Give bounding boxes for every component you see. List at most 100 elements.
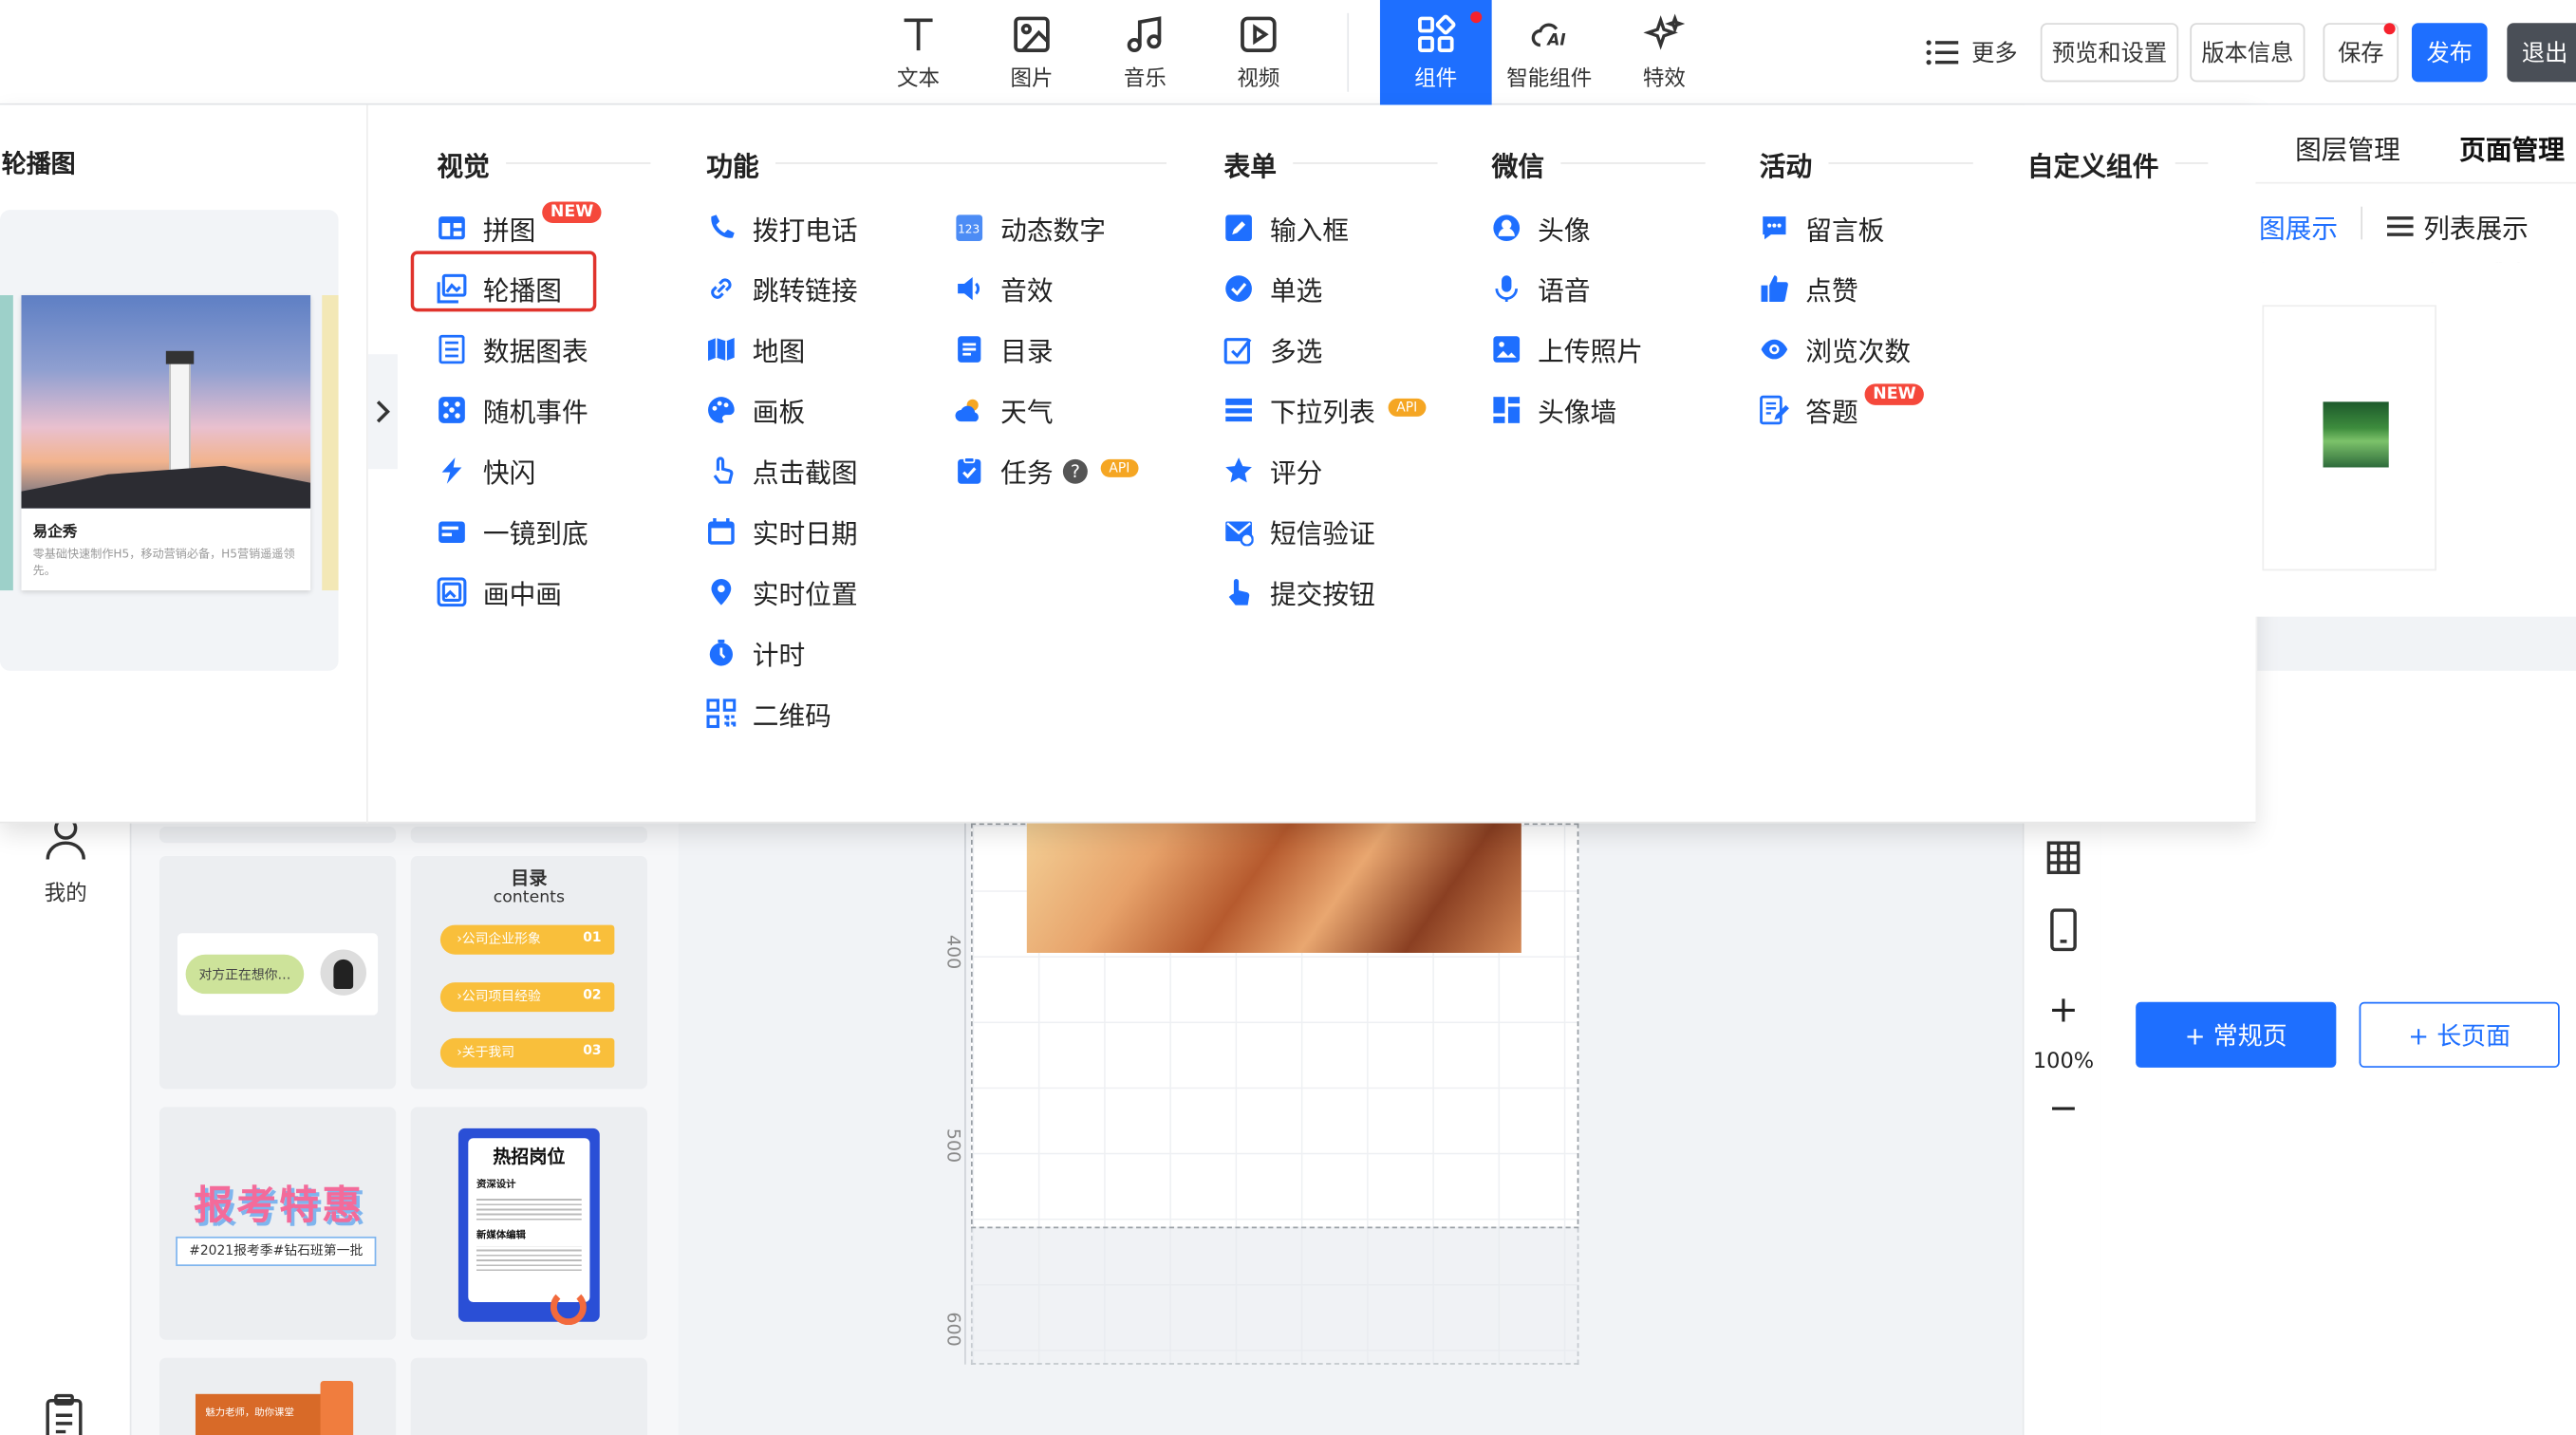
toolbar-music[interactable]: 音乐 (1091, 0, 1199, 105)
component-message-board[interactable]: 留言板 (1760, 207, 1885, 250)
component-quiz[interactable]: 答题 NEW (1760, 382, 1925, 432)
component-submit-button[interactable]: 提交按钮 (1224, 570, 1375, 613)
device-preview[interactable] (2048, 908, 2078, 958)
quiz-icon (1760, 395, 1789, 425)
carousel-next-slide (322, 295, 339, 591)
component-call-phone[interactable]: 拨打电话 (706, 207, 858, 250)
library-card[interactable] (410, 826, 647, 844)
component-flash[interactable]: 快闪 (437, 449, 535, 492)
component-puzzle[interactable]: 拼图 NEW (437, 200, 602, 250)
component-label: 留言板 (1805, 214, 1885, 247)
toolbar-text[interactable]: 文本 (864, 0, 972, 105)
component-avatar[interactable]: 头像 (1492, 207, 1591, 250)
vertical-ruler: 400 500 600 (933, 823, 966, 1365)
toolbar-ai[interactable]: AI 智能组件 (1493, 0, 1605, 105)
version-info-button[interactable]: 版本信息 (2190, 23, 2305, 83)
hand-pointer-icon (1224, 577, 1254, 606)
component-catalog[interactable]: 目录 (955, 328, 1054, 371)
component-task[interactable]: 任务 ? API (955, 449, 1138, 492)
view-grid-option[interactable]: 图展示 (2259, 207, 2338, 246)
chevron-right-icon (376, 401, 390, 423)
component-voice[interactable]: 语音 (1492, 268, 1591, 310)
component-canvas[interactable]: 画板 (706, 389, 805, 432)
carousel-slide[interactable]: 易企秀 零基础快速制作H5，移动营销必备，H5营销遥遥领先。 (21, 295, 311, 591)
toolbar-text-label: 文本 (897, 66, 941, 92)
component-sound-effect[interactable]: 音效 (955, 268, 1054, 310)
component-label: 点击截图 (752, 457, 858, 489)
component-screenshot[interactable]: 点击截图 (706, 449, 858, 492)
component-qrcode[interactable]: 二维码 (706, 692, 831, 735)
page-thumb[interactable] (2262, 305, 2436, 571)
component-timer[interactable]: 计时 (706, 631, 805, 674)
new-badge: NEW (542, 200, 602, 223)
exit-button[interactable]: 退出 (2507, 23, 2576, 83)
library-card-gift[interactable]: 魅力老师，助你课堂 (159, 1357, 397, 1435)
toolbar-video[interactable]: 视频 (1204, 0, 1313, 105)
components-icon (1418, 14, 1456, 53)
microphone-icon (1492, 274, 1521, 304)
library-card-job[interactable]: 热招岗位 资深设计 新媒体编辑 (410, 1107, 647, 1340)
toolbar-components[interactable]: 组件 (1379, 0, 1492, 105)
component-dropdown-list[interactable]: 下拉列表 API (1224, 389, 1426, 432)
component-carousel[interactable]: 轮播图 (437, 268, 562, 310)
nav-mine[interactable]: 我的 (0, 813, 131, 907)
library-card[interactable] (410, 1357, 647, 1435)
more-menu[interactable]: 更多 (1926, 33, 2018, 72)
column-divider (506, 162, 651, 164)
preview-settings-button[interactable]: 预览和设置 (2040, 23, 2179, 83)
component-like[interactable]: 点赞 (1760, 268, 1858, 310)
top-toolbar: 文本 图片 音乐 视频 组件 AI 智能组件 特效 更多 预览和设置 版本信息 … (0, 0, 2576, 105)
one-shot-icon (437, 516, 466, 546)
tab-pages[interactable]: 页面管理 (2459, 128, 2565, 167)
component-sms-verify[interactable]: 短信验证 (1224, 510, 1375, 552)
component-label: 数据图表 (482, 336, 588, 368)
publish-button[interactable]: 发布 (2411, 23, 2488, 83)
component-live-location[interactable]: 实时位置 (706, 570, 858, 613)
nav-clipboard[interactable] (43, 1393, 85, 1435)
component-link[interactable]: 跳转链接 (706, 268, 858, 310)
component-radio[interactable]: 单选 (1224, 268, 1322, 310)
component-checkbox[interactable]: 多选 (1223, 328, 1322, 371)
component-avatar-wall[interactable]: 头像墙 (1492, 389, 1616, 432)
column-form-title: 表单 (1223, 150, 1277, 182)
collapse-arrow[interactable] (367, 354, 398, 470)
view-divider (2361, 206, 2363, 240)
view-list-option[interactable]: 列表展示 (2386, 207, 2529, 246)
svg-text:AI: AI (1545, 30, 1565, 49)
list-icon (2386, 216, 2414, 236)
video-icon (1241, 16, 1277, 53)
library-card-chat[interactable]: 对方正在想你… (159, 856, 397, 1090)
component-map[interactable]: 地图 (706, 328, 805, 371)
toolbar-ai-label: 智能组件 (1506, 66, 1593, 92)
component-label: 地图 (752, 336, 806, 368)
component-weather[interactable]: 天气 (955, 389, 1054, 432)
canvas-image[interactable] (1026, 823, 1521, 953)
add-long-page-button[interactable]: + 长页面 (2359, 1001, 2560, 1068)
component-label: 下拉列表 (1269, 397, 1375, 429)
help-icon[interactable]: ? (1062, 457, 1088, 483)
add-normal-page-button[interactable]: + 常规页 (2136, 1001, 2337, 1068)
pip-icon (437, 577, 467, 607)
component-view-count[interactable]: 浏览次数 (1760, 328, 1911, 371)
toolbar-image[interactable]: 图片 (978, 0, 1086, 105)
component-live-date[interactable]: 实时日期 (706, 510, 858, 552)
component-upload-photo[interactable]: 上传照片 (1492, 328, 1643, 371)
library-card-promo[interactable]: 报考特惠 #2021报考季#钻石班第一批 (159, 1107, 397, 1340)
canvas-overflow-zone (970, 1226, 1579, 1365)
zoom-in-icon[interactable]: + (2024, 991, 2102, 1032)
component-rating[interactable]: 评分 (1224, 449, 1322, 492)
zoom-out-icon[interactable]: − (2024, 1089, 2102, 1129)
library-card-contents[interactable]: 目录 contents ›公司企业形象 01 ›公司项目经验 02 ›关于我司 … (410, 856, 647, 1090)
column-divider (1560, 162, 1706, 164)
component-picture-in-picture[interactable]: 画中画 (437, 570, 562, 613)
library-card[interactable] (159, 826, 397, 844)
tab-layers[interactable]: 图层管理 (2295, 128, 2400, 167)
component-input[interactable]: 输入框 (1224, 207, 1349, 250)
component-dynamic-number[interactable]: 123 动态数字 (955, 207, 1106, 250)
component-one-shot[interactable]: 一镜到底 (437, 510, 588, 552)
component-random-event[interactable]: 随机事件 (437, 389, 588, 432)
grid-toggle[interactable] (2045, 840, 2081, 883)
toolbar-effects[interactable]: 特效 (1610, 0, 1718, 105)
qrcode-icon (706, 699, 737, 729)
component-data-chart[interactable]: 数据图表 (437, 328, 588, 371)
